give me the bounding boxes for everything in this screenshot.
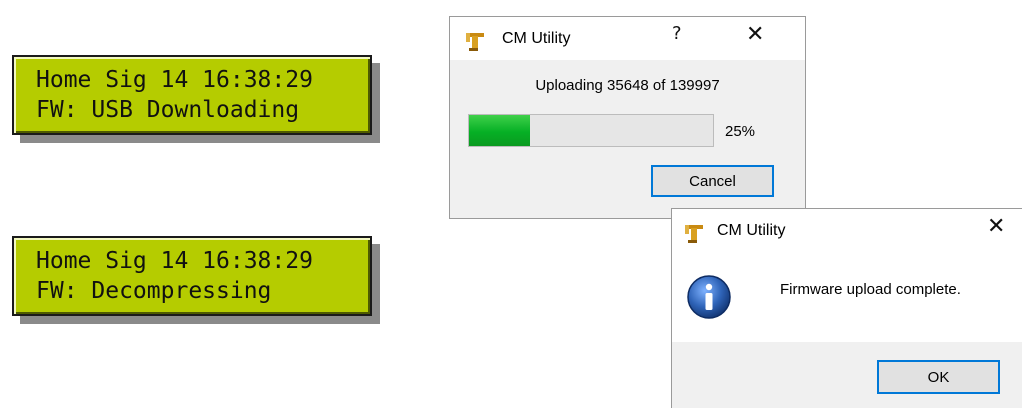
cancel-button[interactable]: Cancel <box>651 165 774 197</box>
close-icon[interactable]: ✕ <box>746 22 764 47</box>
dialog-title: CM Utility <box>717 222 786 239</box>
dialog-titlebar[interactable]: CM Utility ✕ <box>672 209 1022 252</box>
upload-progress-bar <box>468 114 714 147</box>
info-message: Firmware upload complete. <box>780 281 961 298</box>
cm-utility-app-icon <box>464 31 486 53</box>
lcd-line-2: FW: Decompressing <box>36 278 272 304</box>
lcd-display-downloading: Home Sig 14 16:38:29 FW: USB Downloading <box>12 55 372 135</box>
lcd-display-decompressing: Home Sig 14 16:38:29 FW: Decompressing <box>12 236 372 316</box>
cm-utility-app-icon <box>683 223 705 245</box>
progress-bar-fill <box>469 115 530 146</box>
upload-progress-dialog: CM Utility ? ✕ Uploading 35648 of 139997… <box>449 16 806 219</box>
lcd-line-1: Home Sig 14 16:38:29 <box>36 67 313 93</box>
upload-status-text: Uploading 35648 of 139997 <box>535 77 720 94</box>
upload-complete-dialog: CM Utility ✕ Firmware upload complete. O… <box>671 208 1022 408</box>
progress-percent: 25% <box>725 123 756 140</box>
dialog-content: Firmware upload complete. <box>672 252 1022 342</box>
help-button[interactable]: ? <box>672 23 682 44</box>
dialog-titlebar[interactable]: CM Utility ? ✕ <box>450 17 805 60</box>
info-icon <box>686 274 732 320</box>
lcd-line-2: FW: USB Downloading <box>36 97 300 123</box>
close-icon[interactable]: ✕ <box>987 214 1005 239</box>
ok-button[interactable]: OK <box>877 360 1000 394</box>
dialog-title: CM Utility <box>502 30 571 47</box>
lcd-line-1: Home Sig 14 16:38:29 <box>36 248 313 274</box>
